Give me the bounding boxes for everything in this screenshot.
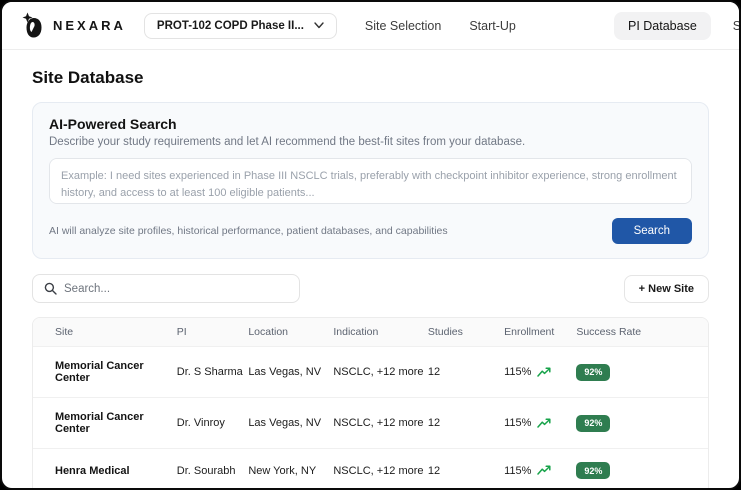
table-row[interactable]: Memorial Cancer Center Dr. Vinroy Las Vega… bbox=[33, 397, 708, 449]
site-search-box[interactable] bbox=[32, 274, 300, 303]
cell-indication: NSCLC, +12 more bbox=[333, 417, 424, 429]
trend-up-icon bbox=[537, 366, 552, 378]
col-header-location: Location bbox=[248, 326, 289, 338]
site-search-input[interactable] bbox=[64, 282, 288, 295]
col-header-pi: PI bbox=[176, 326, 187, 338]
col-header-studies: Studies bbox=[427, 326, 463, 338]
nav-item-settings[interactable]: Settings bbox=[733, 19, 739, 33]
brand: NEXARA bbox=[20, 12, 126, 39]
ai-search-footer: AI will analyze site profiles, historica… bbox=[49, 218, 692, 244]
protocol-selector-value: PROT-102 COPD Phase II... bbox=[156, 19, 304, 32]
cell-success-rate: 92% bbox=[576, 347, 708, 398]
table-toolbar: + New Site bbox=[32, 274, 709, 303]
cell-enrollment: 115% bbox=[504, 347, 576, 398]
table-header-row: Site PI Location Indication Studies Enro… bbox=[33, 318, 708, 347]
cell-location: New York, NY bbox=[248, 464, 317, 477]
cell-indication: NSCLC, +12 more bbox=[333, 366, 424, 378]
cell-success-rate: 92% bbox=[576, 449, 708, 489]
ai-search-button[interactable]: Search bbox=[611, 218, 692, 244]
main-content: Site Database AI-Powered Search Describe… bbox=[2, 50, 739, 489]
ai-search-subtitle: Describe your study requirements and let… bbox=[49, 136, 526, 148]
search-icon bbox=[44, 282, 57, 295]
success-rate-badge: 92% bbox=[576, 414, 611, 432]
top-right-nav: PI Database Settings bbox=[614, 11, 739, 40]
sites-table: Site PI Location Indication Studies Enro… bbox=[33, 318, 708, 489]
cell-studies: 12 bbox=[427, 417, 441, 429]
cell-site: Memorial Cancer Center bbox=[55, 360, 144, 384]
cell-pi: Dr. Vinroy bbox=[176, 417, 225, 429]
cell-site: Henra Medical bbox=[55, 464, 130, 477]
chevron-down-icon bbox=[314, 22, 324, 29]
ai-search-title: AI-Powered Search bbox=[49, 116, 177, 132]
trend-up-icon bbox=[537, 417, 552, 429]
cell-location: Las Vegas, NV bbox=[248, 366, 322, 378]
col-header-success-rate: Success Rate bbox=[576, 326, 642, 338]
col-header-enrollment: Enrollment bbox=[504, 326, 555, 338]
protocol-selector-dropdown[interactable]: PROT-102 COPD Phase II... bbox=[143, 12, 337, 39]
success-rate-badge: 92% bbox=[576, 363, 611, 381]
nav-item-site-selection[interactable]: Site Selection bbox=[365, 19, 441, 33]
trend-up-icon bbox=[537, 465, 552, 476]
page-title: Site Database bbox=[32, 68, 144, 87]
cell-enrollment: 115% bbox=[504, 449, 576, 489]
cell-studies: 12 bbox=[427, 464, 441, 477]
ai-search-note: AI will analyze site profiles, historica… bbox=[49, 225, 448, 237]
cell-studies: 12 bbox=[427, 366, 441, 378]
cell-pi: Dr. Sourabh bbox=[176, 464, 236, 477]
app-window: NEXARA PROT-102 COPD Phase II... Site Se… bbox=[0, 0, 741, 490]
col-header-indication: Indication bbox=[333, 326, 379, 338]
ai-search-textarea[interactable] bbox=[49, 158, 692, 204]
cell-site: Memorial Cancer Center bbox=[55, 411, 144, 435]
table-row[interactable]: Henra Medical Dr. Sourabh New York, NY NSCL… bbox=[33, 448, 708, 489]
col-header-site: Site bbox=[55, 326, 74, 338]
nav-item-start-up[interactable]: Start-Up bbox=[469, 19, 516, 33]
cell-pi: Dr. S Sharma bbox=[176, 366, 243, 378]
nexara-logo-icon bbox=[20, 12, 45, 39]
success-rate-badge: 92% bbox=[576, 462, 611, 479]
brand-name: NEXARA bbox=[53, 18, 126, 33]
cell-enrollment: 115% bbox=[504, 398, 576, 449]
nav-item-pi-database[interactable]: PI Database bbox=[614, 11, 711, 40]
new-site-button[interactable]: + New Site bbox=[623, 274, 709, 303]
table-row[interactable]: Memorial Cancer Center Dr. S Sharma Las Ve… bbox=[33, 346, 708, 398]
sites-table-card: Site PI Location Indication Studies Enro… bbox=[32, 317, 709, 489]
cell-indication: NSCLC, +12 more bbox=[333, 464, 424, 477]
cell-location: Las Vegas, NV bbox=[248, 417, 322, 429]
top-navigation-bar: NEXARA PROT-102 COPD Phase II... Site Se… bbox=[2, 2, 739, 50]
cell-success-rate: 92% bbox=[576, 398, 708, 449]
ai-powered-search-panel: AI-Powered Search Describe your study re… bbox=[32, 102, 709, 259]
